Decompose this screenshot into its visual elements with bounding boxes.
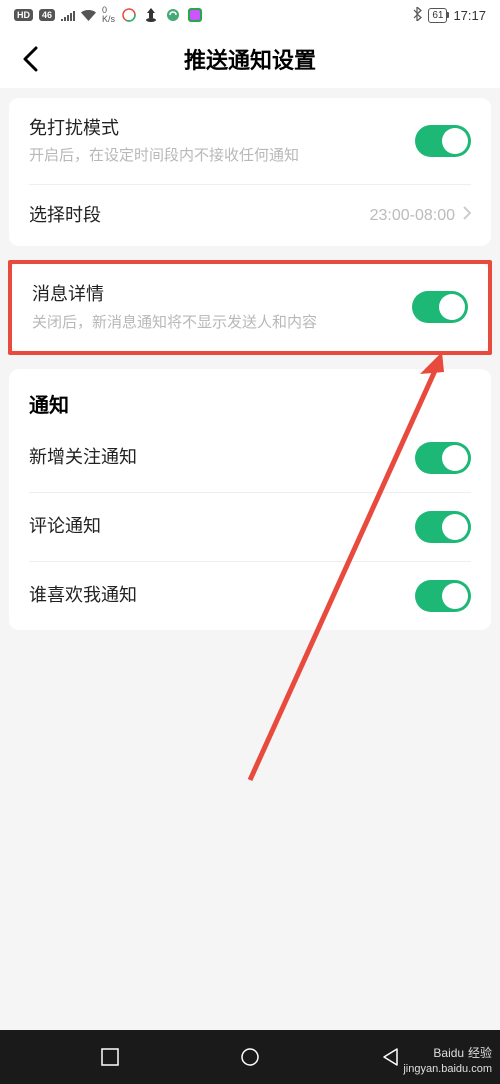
app-icon-3: [165, 7, 181, 23]
square-icon: [101, 1048, 119, 1066]
card-notifications: 通知 新增关注通知 评论通知 谁喜欢我通知: [9, 369, 491, 630]
header: 推送通知设置: [0, 30, 500, 88]
comment-toggle[interactable]: [415, 511, 471, 543]
like-toggle[interactable]: [415, 580, 471, 612]
back-button[interactable]: [10, 39, 50, 79]
bluetooth-icon: [413, 7, 422, 24]
message-detail-toggle[interactable]: [412, 291, 468, 323]
hd-badge: HD: [14, 9, 33, 21]
card-dnd: 免打扰模式 开启后，在设定时间段内不接收任何通知 选择时段 23:00-08:0…: [9, 98, 491, 246]
chevron-right-icon: [463, 206, 471, 225]
row-message-detail: 消息详情 关闭后，新消息通知将不显示发送人和内容: [12, 264, 488, 350]
circle-icon: [240, 1047, 260, 1067]
highlight-annotation: 消息详情 关闭后，新消息通知将不显示发送人和内容: [8, 260, 492, 354]
watermark: Baidu 经验 jingyan.baidu.com: [403, 1043, 492, 1076]
row-new-follower: 新增关注通知: [9, 424, 491, 492]
section-header-notifications: 通知: [9, 369, 491, 424]
time-range-title: 选择时段: [29, 203, 370, 228]
row-time-range[interactable]: 选择时段 23:00-08:00: [9, 185, 491, 246]
watermark-suffix: 经验: [468, 1046, 492, 1060]
app-icon-4: [187, 7, 203, 23]
nav-home-button[interactable]: [220, 1037, 280, 1077]
new-follower-toggle[interactable]: [415, 442, 471, 474]
status-right: 61 17:17: [413, 7, 486, 24]
message-detail-title: 消息详情: [32, 282, 412, 307]
network-badge: 46: [39, 9, 55, 21]
row-comment: 评论通知: [9, 493, 491, 561]
page-title: 推送通知设置: [184, 43, 316, 75]
speed-indicator: 0 K/s: [102, 6, 115, 24]
dnd-toggle[interactable]: [415, 125, 471, 157]
status-bar: HD 46 0 K/s 61 17:17: [0, 0, 500, 30]
nav-recent-button[interactable]: [80, 1037, 140, 1077]
dnd-title: 免打扰模式: [29, 116, 415, 141]
card-message-detail: 消息详情 关闭后，新消息通知将不显示发送人和内容: [12, 264, 488, 350]
watermark-url: jingyan.baidu.com: [403, 1062, 492, 1076]
message-detail-subtitle: 关闭后，新消息通知将不显示发送人和内容: [32, 312, 412, 333]
dnd-subtitle: 开启后，在设定时间段内不接收任何通知: [29, 145, 415, 166]
new-follower-title: 新增关注通知: [29, 445, 137, 470]
like-title: 谁喜欢我通知: [29, 583, 137, 608]
row-like: 谁喜欢我通知: [9, 562, 491, 630]
clock: 17:17: [453, 8, 486, 23]
chevron-left-icon: [22, 46, 38, 72]
row-dnd: 免打扰模式 开启后，在设定时间段内不接收任何通知: [9, 98, 491, 184]
triangle-left-icon: [382, 1048, 398, 1066]
signal-icon: [61, 10, 75, 21]
battery-level: 61: [432, 10, 443, 21]
battery-indicator: 61: [428, 8, 447, 23]
wifi-icon: [81, 10, 96, 21]
content: 免打扰模式 开启后，在设定时间段内不接收任何通知 选择时段 23:00-08:0…: [0, 88, 500, 630]
app-icon-2: [143, 7, 159, 23]
comment-title: 评论通知: [29, 514, 101, 539]
app-icon-1: [121, 7, 137, 23]
watermark-brand: Baidu: [433, 1046, 464, 1060]
status-left: HD 46 0 K/s: [14, 6, 203, 24]
time-range-value: 23:00-08:00: [370, 207, 455, 225]
